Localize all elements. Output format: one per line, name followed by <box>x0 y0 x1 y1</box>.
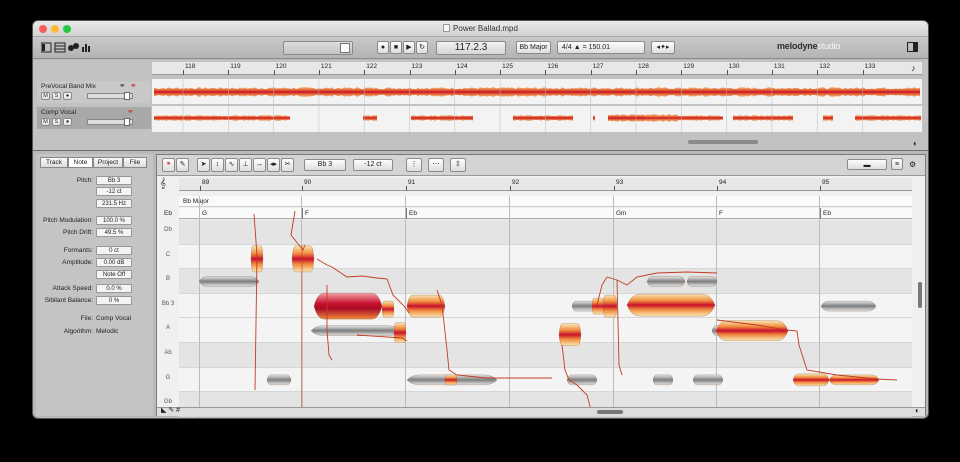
file-row: File: Comp Vocal <box>36 314 153 324</box>
inspector-row: Attack Speed: 0.0 % <box>36 284 153 294</box>
note-editor: ⚭ ✎ ➤ ↕ ∿ ⊥ ↔ ◂▸ ✂ Bb 3 -12 ct ⋮ ⋯ ‡ ▬ ≡… <box>156 154 927 417</box>
stop-button[interactable]: ■ <box>390 41 402 54</box>
tempo-display[interactable]: 4/4 ▲ = 150.01 <box>557 41 645 54</box>
zoom-icon[interactable]: ◐ <box>913 139 918 148</box>
tab-note[interactable]: Note <box>68 157 93 168</box>
inspector-label: Pitch Drift: <box>63 229 93 236</box>
meter-text: 4/4 <box>562 44 572 51</box>
arrangement-waveforms <box>154 79 921 132</box>
inspector-value[interactable]: Note Off <box>96 270 132 279</box>
track-volume-slider[interactable] <box>87 118 133 126</box>
position-display[interactable]: 117.2.3 <box>436 41 506 55</box>
melodyne-logo: melodynestudio <box>777 41 840 51</box>
app-window: Power Ballad.mpd ● ■ ▶ ↻ 117.2.3 Bb Majo… <box>33 21 928 418</box>
title-bar: Power Ballad.mpd <box>33 21 928 37</box>
main-toolbar: ● ■ ▶ ↻ 117.2.3 Bb Major 4/4 ▲ = 150.01 … <box>33 37 928 59</box>
track-volume-slider[interactable] <box>87 92 133 100</box>
inspector-value[interactable]: 0 % <box>96 296 132 305</box>
sync-button[interactable]: ◂✦▸ <box>651 41 675 54</box>
inspector-value[interactable]: 0 ct <box>96 246 132 255</box>
inspector-value[interactable]: 231.5 Hz <box>96 199 132 208</box>
logo-sub: studio <box>817 41 841 51</box>
metronome-icon: ▲ <box>573 44 581 51</box>
inspector-value[interactable]: 0.00 dB <box>96 258 132 267</box>
link-broken-icon[interactable]: ⚭ <box>130 81 137 90</box>
editor-tools-icons[interactable]: ◣ ✎ # <box>161 406 180 414</box>
editor-vertical-scrollbar[interactable] <box>915 200 925 400</box>
inspector-value[interactable]: Bb 3 <box>96 176 132 185</box>
loop-button[interactable]: ↻ <box>416 41 428 54</box>
track-name: Comp Vocal <box>41 109 77 116</box>
inspector-value[interactable]: 49.5 % <box>96 228 132 237</box>
inspector-row: Formants: 0 ct <box>36 246 153 256</box>
inspector-label: Sibilant Balance: <box>44 297 93 304</box>
track-name: PreVocal Band Mix <box>41 83 96 90</box>
inspector-label: Pitch: <box>76 177 93 184</box>
inspector-label: Amplitude: <box>62 259 93 266</box>
tab-track[interactable]: Track <box>40 157 68 168</box>
inspector-row: Note Off <box>36 270 153 280</box>
inspector-row: Amplitude: 0.00 dB <box>36 258 153 268</box>
record-button[interactable]: ● <box>377 41 389 54</box>
file-label: File: <box>80 315 93 322</box>
mute-button[interactable]: M <box>41 92 50 100</box>
record-arm-button[interactable]: ● <box>63 118 72 126</box>
solo-button[interactable]: S <box>52 92 61 100</box>
tab-project[interactable]: Project <box>93 157 123 168</box>
inspector-row: -12 ct <box>36 187 153 197</box>
view-toggle-icons[interactable] <box>41 41 101 57</box>
editor-zoom-icon[interactable]: ◐ <box>915 406 920 415</box>
tab-file[interactable]: File <box>123 157 147 168</box>
tempo-text: 150.01 <box>588 44 611 51</box>
inspector-panel: Track Note Project File Pitch: Bb 3 -12 ct… <box>36 154 153 416</box>
track-header-band-mix[interactable]: PreVocal Band Mix M S ● ⚭ ⚭ <box>37 81 151 103</box>
record-arm-button[interactable]: ● <box>63 92 72 100</box>
inspector-row: Pitch Modulation: 100.0 % <box>36 216 153 226</box>
inspector-row: Pitch: Bb 3 <box>36 176 153 186</box>
arrangement-area: 118 119 120 121 122 123 124 125 126 127 128 129 130 1… <box>33 60 928 151</box>
inspector-label: Pitch Modulation: <box>43 217 93 224</box>
algorithm-label: Algorithm: <box>63 328 93 335</box>
track-header-comp-vocal[interactable]: Comp Vocal M S ● ⚭ <box>37 107 151 129</box>
volume-slider[interactable] <box>283 41 353 55</box>
inspector-row: Pitch Drift: 49.5 % <box>36 228 153 238</box>
window-title-text: Power Ballad.mpd <box>453 24 518 33</box>
algorithm-row: Algorithm: Melodic <box>36 327 153 337</box>
inspector-label: Attack Speed: <box>52 285 93 292</box>
inspector-row: 231.5 Hz <box>36 199 153 209</box>
editor-horizontal-scrollbar[interactable] <box>157 407 925 416</box>
note-icon[interactable]: ♪ <box>911 63 916 73</box>
inspector-value[interactable]: -12 ct <box>96 187 132 196</box>
note-blobs[interactable] <box>157 155 927 417</box>
document-icon <box>443 24 451 32</box>
link-broken-icon[interactable]: ⚭ <box>127 107 134 116</box>
file-value: Comp Vocal <box>96 315 132 322</box>
algorithm-value: Melodic <box>96 328 119 335</box>
tempo-prefix: = <box>582 44 587 51</box>
window-title: Power Ballad.mpd <box>33 24 928 33</box>
inspector-label: Formants: <box>63 247 93 254</box>
arrangement-scrollbar[interactable] <box>688 140 758 144</box>
mute-button[interactable]: M <box>41 118 50 126</box>
inspector-value[interactable]: 100.0 % <box>96 216 132 225</box>
inspector-row: Sibilant Balance: 0 % <box>36 296 153 306</box>
inspector-value[interactable]: 0.0 % <box>96 284 132 293</box>
link-icon[interactable]: ⚭ <box>119 81 126 90</box>
solo-button[interactable]: S <box>52 118 61 126</box>
play-button[interactable]: ▶ <box>403 41 415 54</box>
logo-main: melodyne <box>777 41 818 51</box>
key-display[interactable]: Bb Major <box>516 41 551 54</box>
panel-layout-icon[interactable] <box>907 42 919 54</box>
